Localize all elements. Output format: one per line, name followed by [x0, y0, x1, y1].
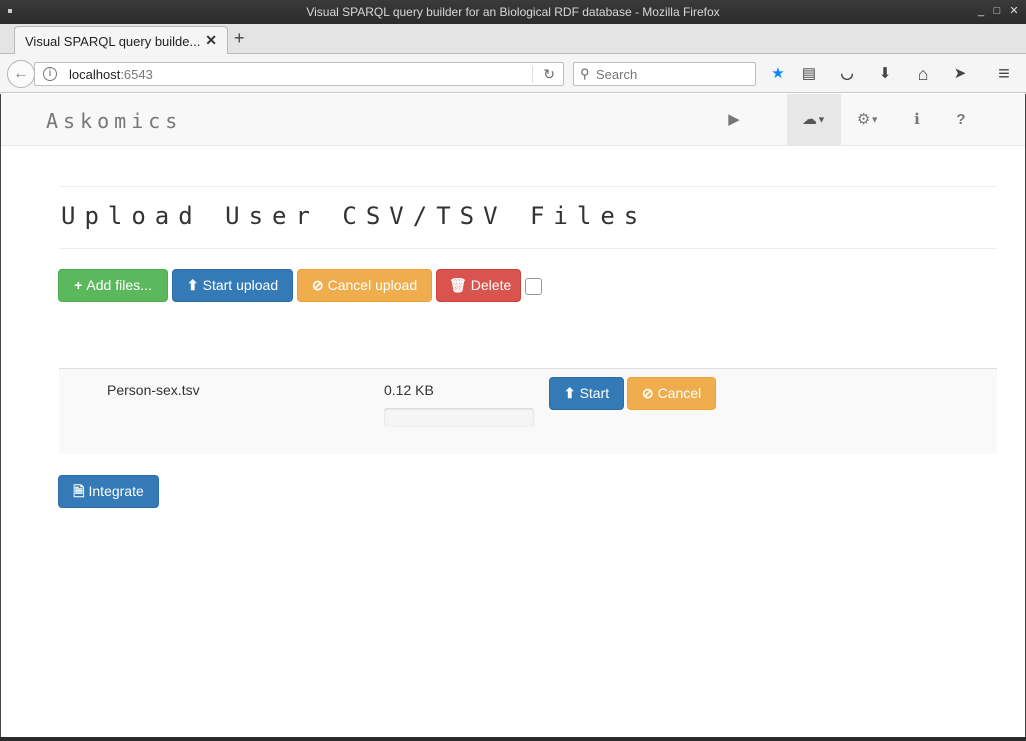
add-files-label: Add files... — [86, 277, 152, 293]
ban-icon: ⊘ — [311, 277, 324, 293]
tab-close-icon[interactable]: ✕ — [205, 32, 217, 49]
integrate-button[interactable]: 🗎 Integrate — [58, 475, 159, 508]
upload-icon: ⬆ — [186, 277, 199, 293]
upload-progress — [384, 408, 534, 427]
chevron-down-icon: ▼ — [817, 114, 826, 125]
integrate-label: Integrate — [88, 483, 144, 499]
run-query-icon[interactable]: ▶ — [707, 94, 761, 145]
delete-label: Delete — [470, 277, 512, 293]
browser-tab[interactable]: Visual SPARQL query builde... ✕ — [14, 26, 228, 55]
home-icon[interactable]: ⌂ — [912, 63, 934, 85]
brand[interactable]: Askomics — [46, 109, 182, 133]
trash-icon: 🗑 — [449, 277, 467, 293]
page-title: Upload User CSV/TSV Files — [61, 202, 648, 230]
cloud-upload-icon: ☁ — [802, 111, 818, 128]
start-upload-button[interactable]: ⬆ Start upload — [172, 269, 293, 302]
browser-toolbar: i localhost:6543 ↻ ← ⚲ ★ ▤ ◡ ⬇ ⌂ ➤ ≡ — [0, 54, 1026, 93]
pocket-icon[interactable]: ◡ — [836, 63, 858, 85]
bookmark-star-icon[interactable]: ★ — [767, 63, 789, 85]
gear-icon: ⚙ — [856, 111, 871, 128]
hamburger-menu-icon[interactable]: ≡ — [993, 63, 1015, 85]
start-upload-label: Start upload — [202, 277, 279, 293]
file-size: 0.12 KB — [384, 382, 434, 398]
plus-icon: + — [74, 277, 83, 293]
window-menu-icon[interactable] — [8, 9, 12, 13]
url-text[interactable]: localhost:6543 — [69, 67, 153, 82]
delete-button[interactable]: 🗑 Delete — [436, 269, 521, 302]
tab-title: Visual SPARQL query builde... — [25, 34, 201, 49]
minimize-icon[interactable]: _ — [975, 5, 987, 17]
maximize-icon[interactable]: □ — [991, 5, 1003, 17]
tab-strip: Visual SPARQL query builde... ✕ + — [0, 24, 1026, 55]
page-content: Askomics ▶ ☁▼ ⚙▼ ℹ ? Upload User CSV/TSV… — [1, 94, 1025, 737]
cancel-file-label: Cancel — [657, 385, 702, 401]
search-input[interactable] — [596, 65, 751, 83]
cancel-file-button[interactable]: ⊘ Cancel — [627, 377, 716, 410]
new-tab-icon[interactable]: + — [234, 29, 245, 47]
divider-title — [59, 248, 997, 249]
window-title: Visual SPARQL query builder for an Biolo… — [306, 5, 720, 19]
download-icon[interactable]: ⬇ — [874, 63, 896, 85]
chevron-down-icon: ▼ — [870, 114, 880, 125]
cancel-upload-label: Cancel upload — [327, 277, 418, 293]
settings-menu[interactable]: ⚙▼ — [841, 94, 895, 145]
reading-list-icon[interactable]: ▤ — [798, 63, 820, 85]
close-window-icon[interactable]: ✕ — [1008, 5, 1020, 17]
reload-icon[interactable]: ↻ — [543, 66, 555, 83]
ban-icon: ⊘ — [641, 385, 654, 401]
window-bottom-edge — [0, 737, 1026, 741]
help-icon[interactable]: ? — [934, 94, 988, 145]
upload-icon: ⬆ — [563, 385, 576, 401]
upload-menu[interactable]: ☁▼ — [787, 94, 841, 145]
search-bar[interactable]: ⚲ — [573, 62, 756, 86]
cancel-upload-button[interactable]: ⊘ Cancel upload — [297, 269, 432, 302]
send-icon[interactable]: ➤ — [949, 63, 971, 85]
site-info-icon[interactable]: i — [43, 67, 57, 81]
add-files-button[interactable]: + Add files... — [58, 269, 168, 302]
select-all-checkbox[interactable] — [525, 278, 542, 295]
url-bar[interactable]: i localhost:6543 ↻ — [34, 62, 564, 86]
url-separator — [532, 66, 533, 83]
window-titlebar: Visual SPARQL query builder for an Biolo… — [0, 0, 1026, 24]
divider-top — [59, 186, 997, 187]
start-file-label: Start — [579, 385, 610, 401]
search-icon: ⚲ — [580, 66, 590, 81]
start-file-button[interactable]: ⬆ Start — [549, 377, 624, 410]
back-button[interactable]: ← — [7, 60, 35, 88]
file-import-icon: 🗎 — [73, 483, 85, 499]
file-row: Person-sex.tsv 0.12 KB ⬆ Start ⊘ Cancel — [59, 368, 997, 454]
file-name: Person-sex.tsv — [107, 382, 200, 398]
app-navbar: Askomics ▶ ☁▼ ⚙▼ ℹ ? — [1, 94, 1025, 146]
